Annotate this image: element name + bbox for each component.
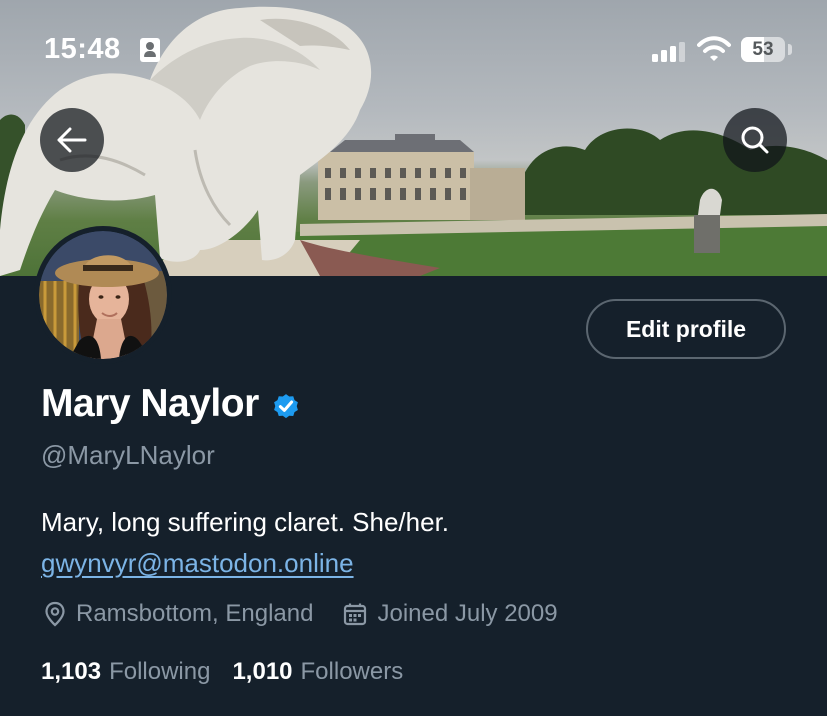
search-button[interactable]: [723, 108, 787, 172]
profile-name-row: Mary Naylor: [41, 382, 301, 426]
follow-stats: 1,103 Following 1,010 Followers: [41, 658, 403, 686]
location-pin-icon: [45, 601, 65, 627]
calendar-icon: [344, 603, 367, 626]
arrow-left-icon: [57, 127, 87, 153]
search-icon: [741, 126, 769, 154]
battery-level-text: 53: [752, 39, 774, 60]
followers-label: Followers: [300, 658, 404, 685]
location-text: Ramsbottom, England: [76, 600, 314, 627]
avatar-image: [39, 231, 167, 359]
edit-profile-button[interactable]: Edit profile: [586, 299, 786, 359]
battery-tip: [788, 44, 792, 55]
battery-indicator: 53: [741, 37, 785, 62]
following-link[interactable]: 1,103 Following: [41, 658, 210, 686]
profile-meta: Ramsbottom, England Joined July 2009: [44, 600, 558, 628]
followers-count: 1,010: [232, 658, 293, 685]
profile-name: Mary Naylor: [41, 382, 259, 425]
location-item: Ramsbottom, England: [44, 600, 313, 628]
bio-link[interactable]: gwynvyr@mastodon.online: [41, 548, 354, 579]
cellular-signal-icon: [652, 40, 690, 62]
verified-badge-icon[interactable]: [271, 391, 301, 421]
avatar[interactable]: [34, 226, 172, 364]
profile-bio: Mary, long suffering claret. She/her.: [41, 507, 450, 537]
followers-link[interactable]: 1,010 Followers: [232, 658, 403, 686]
following-label: Following: [109, 658, 211, 685]
focus-person-icon: [140, 38, 160, 62]
following-count: 1,103: [41, 658, 102, 685]
profile-handle: @MaryLNaylor: [41, 440, 215, 470]
wifi-icon: [697, 36, 731, 61]
joined-item: Joined July 2009: [343, 600, 558, 628]
back-button[interactable]: [40, 108, 104, 172]
joined-text: Joined July 2009: [377, 600, 558, 627]
status-time: 15:48: [44, 33, 121, 65]
